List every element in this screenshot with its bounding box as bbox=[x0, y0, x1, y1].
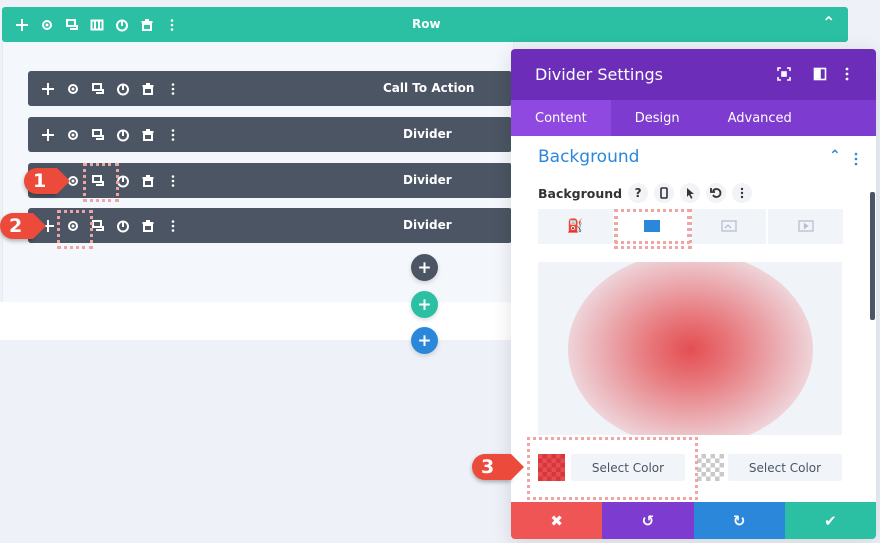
save-button[interactable]: ✔ bbox=[784, 502, 876, 539]
tab-content[interactable]: Content bbox=[511, 100, 611, 136]
step-marker-1: 1 bbox=[24, 168, 70, 194]
sidebar-toggle-icon[interactable] bbox=[813, 66, 827, 85]
select-color-end[interactable]: Select Color bbox=[728, 454, 842, 481]
add-row-button[interactable]: + bbox=[411, 291, 438, 318]
gear-icon[interactable] bbox=[65, 127, 81, 143]
panel-footer: ✖ ↺ ↻ ✔ bbox=[511, 502, 876, 539]
bg-tab-video[interactable] bbox=[768, 209, 843, 244]
highlight-settings bbox=[57, 210, 93, 249]
columns-icon[interactable] bbox=[89, 17, 105, 33]
power-icon[interactable] bbox=[115, 81, 131, 97]
gradient-preview bbox=[538, 262, 842, 435]
module-bar-call-to-action[interactable]: Call To Action bbox=[28, 71, 512, 106]
power-icon[interactable] bbox=[115, 127, 131, 143]
module-label: Call To Action bbox=[383, 81, 475, 95]
trash-icon[interactable] bbox=[140, 81, 156, 97]
highlight-color-stop bbox=[527, 437, 698, 500]
chevron-up-icon[interactable]: ⌃ bbox=[822, 13, 835, 32]
trash-icon[interactable] bbox=[140, 173, 156, 189]
tab-advanced[interactable]: Advanced bbox=[704, 100, 816, 136]
power-icon[interactable] bbox=[115, 218, 131, 234]
duplicate-icon[interactable] bbox=[90, 127, 106, 143]
panel-more-icon[interactable] bbox=[844, 66, 850, 85]
gear-icon[interactable] bbox=[39, 17, 55, 33]
more-icon[interactable] bbox=[165, 81, 181, 97]
option-label: Background bbox=[538, 185, 623, 201]
add-module-button[interactable]: + bbox=[411, 254, 438, 281]
move-icon[interactable] bbox=[40, 81, 56, 97]
module-label: Divider bbox=[403, 218, 452, 232]
paint-bucket-icon: ⛽ bbox=[567, 219, 584, 234]
redo-button[interactable]: ↻ bbox=[693, 502, 785, 539]
option-more-icon[interactable] bbox=[732, 183, 753, 203]
duplicate-icon[interactable] bbox=[64, 17, 80, 33]
move-icon[interactable] bbox=[40, 127, 56, 143]
hover-cursor-icon[interactable] bbox=[680, 183, 701, 203]
move-icon[interactable] bbox=[14, 17, 30, 33]
collapse-chevron-icon[interactable]: ⌃ bbox=[829, 148, 841, 164]
panel-tabs: Content Design Advanced bbox=[511, 100, 876, 136]
row-label: Row bbox=[412, 17, 441, 31]
section-title[interactable]: Background bbox=[538, 147, 639, 167]
gear-icon[interactable] bbox=[65, 81, 81, 97]
step-marker-3: 3 bbox=[472, 454, 524, 480]
cancel-button[interactable]: ✖ bbox=[511, 502, 603, 539]
panel-header: Divider Settings bbox=[511, 49, 876, 100]
module-label: Divider bbox=[403, 173, 452, 187]
image-icon bbox=[721, 217, 737, 236]
video-icon bbox=[797, 217, 814, 236]
reset-icon[interactable] bbox=[706, 183, 727, 203]
trash-icon[interactable] bbox=[139, 17, 155, 33]
bg-tab-image[interactable] bbox=[691, 209, 767, 244]
undo-button[interactable]: ↺ bbox=[602, 502, 694, 539]
section-more-icon[interactable] bbox=[853, 151, 859, 170]
add-section-button[interactable]: + bbox=[411, 327, 438, 354]
more-icon[interactable] bbox=[165, 173, 181, 189]
module-bar-divider[interactable]: Divider bbox=[28, 208, 512, 243]
row-toolbar[interactable]: Row ⌃ bbox=[2, 7, 848, 42]
color-swatch-end[interactable] bbox=[697, 454, 724, 481]
background-option-row: Background ? bbox=[538, 183, 753, 203]
highlight-duplicate bbox=[83, 163, 119, 202]
panel-scrollbar[interactable] bbox=[870, 192, 875, 320]
duplicate-icon[interactable] bbox=[90, 81, 106, 97]
fullscreen-icon[interactable] bbox=[777, 66, 791, 85]
module-label: Divider bbox=[403, 127, 452, 141]
more-icon[interactable] bbox=[165, 218, 181, 234]
radial-gradient bbox=[568, 262, 813, 435]
trash-icon[interactable] bbox=[140, 127, 156, 143]
responsive-phone-icon[interactable] bbox=[654, 183, 675, 203]
panel-title: Divider Settings bbox=[535, 65, 663, 84]
highlight-gradient-tab bbox=[614, 209, 692, 249]
trash-icon[interactable] bbox=[140, 218, 156, 234]
help-icon[interactable]: ? bbox=[628, 183, 649, 203]
more-icon[interactable] bbox=[164, 17, 180, 33]
bg-tab-color[interactable]: ⛽ bbox=[538, 209, 613, 244]
more-icon[interactable] bbox=[165, 127, 181, 143]
tab-design[interactable]: Design bbox=[611, 100, 704, 136]
step-marker-2: 2 bbox=[0, 213, 46, 239]
module-bar-divider[interactable]: Divider bbox=[28, 117, 512, 152]
power-icon[interactable] bbox=[114, 17, 130, 33]
